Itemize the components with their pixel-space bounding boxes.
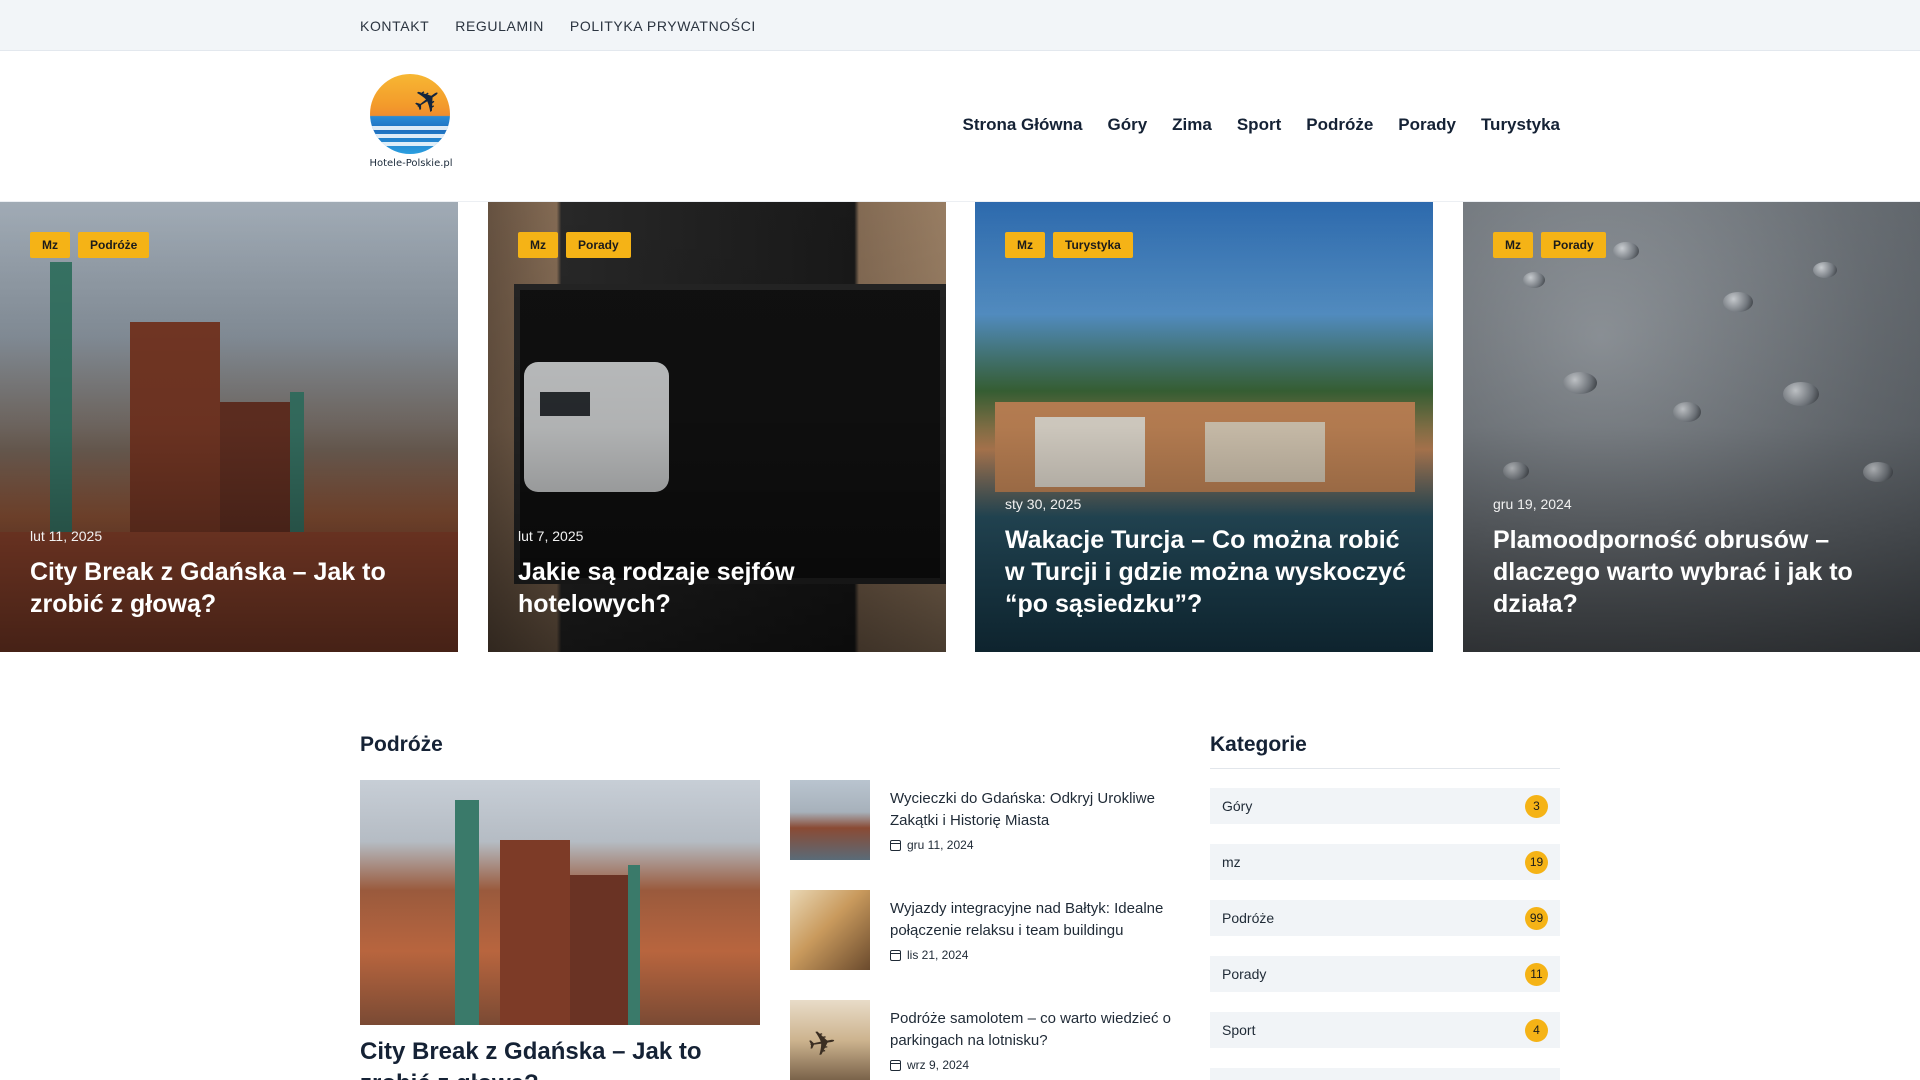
category-item[interactable]: Sport 4	[1210, 1012, 1560, 1048]
calendar-icon	[890, 949, 901, 961]
section-title: Podróże	[360, 733, 443, 756]
slide-card[interactable]: Mz Podróże lut 11, 2025 City Break z Gda…	[0, 202, 458, 652]
tag-author[interactable]: Mz	[518, 232, 558, 258]
nav-item-podroze[interactable]: Podróże	[1306, 115, 1373, 135]
nav-item-gory[interactable]: Góry	[1107, 115, 1147, 135]
post-thumbnail[interactable]: ✈	[790, 1000, 870, 1080]
category-item[interactable]: Porady 11	[1210, 956, 1560, 992]
post-thumbnail[interactable]	[790, 780, 870, 860]
list-item[interactable]: ✈ Podróże samolotem – co warto wiedzieć …	[790, 1000, 1190, 1080]
slide-date: sty 30, 2025	[1005, 496, 1082, 512]
slide-date: gru 19, 2024	[1493, 496, 1572, 512]
slide-tags: Mz Turystyka	[1005, 232, 1133, 258]
topbar-link-privacy[interactable]: POLITYKA PRYWATNOŚCI	[570, 18, 756, 34]
nav-item-sport[interactable]: Sport	[1237, 115, 1281, 135]
logo-wave	[370, 142, 450, 146]
slide-date: lut 7, 2025	[518, 528, 584, 544]
logo-text: Hotele-Polskie.pl	[369, 158, 453, 169]
logo-wave	[370, 126, 450, 130]
slide-title[interactable]: Jakie są rodzaje sejfów hotelowych?	[518, 556, 928, 620]
category-count-badge: 3	[1525, 794, 1548, 818]
featured-slider: Mz Podróże lut 11, 2025 City Break z Gda…	[0, 202, 1920, 652]
featured-post-title[interactable]: City Break z Gdańska – Jak to zrobić z g…	[360, 1036, 760, 1080]
slide-title[interactable]: Wakacje Turcja – Co można robić w Turcji…	[1005, 524, 1415, 620]
tag-category[interactable]: Porady	[1541, 232, 1606, 258]
category-item[interactable]: Góry 3	[1210, 788, 1560, 824]
categories-title: Kategorie	[1210, 733, 1307, 756]
logo-wave	[370, 134, 450, 138]
post-title[interactable]: Wyjazdy integracyjne nad Bałtyk: Idealne…	[890, 898, 1190, 942]
category-label: mz	[1222, 854, 1241, 870]
post-date: lis 21, 2024	[890, 948, 968, 962]
category-label: Porady	[1222, 966, 1267, 982]
slide-tags: Mz Porady	[518, 232, 631, 258]
tag-category[interactable]: Porady	[566, 232, 631, 258]
category-count-badge: 4	[1525, 1018, 1548, 1042]
post-date: wrz 9, 2024	[890, 1058, 969, 1072]
airplane-icon: ✈	[804, 1022, 840, 1066]
nav-item-home[interactable]: Strona Główna	[963, 115, 1083, 135]
tag-category[interactable]: Podróże	[78, 232, 150, 258]
slide-card[interactable]: Mz Porady gru 19, 2024 Plamoodporność ob…	[1463, 202, 1920, 652]
category-item[interactable]: Podróże 99	[1210, 900, 1560, 936]
category-label: Podróże	[1222, 910, 1275, 926]
category-label: Sport	[1222, 1022, 1256, 1038]
slide-date: lut 11, 2025	[30, 528, 103, 544]
list-item[interactable]: Wyjazdy integracyjne nad Bałtyk: Idealne…	[790, 890, 1190, 972]
category-count-badge: 11	[1525, 962, 1548, 986]
calendar-icon	[890, 1059, 901, 1071]
main-nav: Strona Główna Góry Zima Sport Podróże Po…	[963, 52, 1561, 198]
nav-item-zima[interactable]: Zima	[1172, 115, 1212, 135]
post-date-text: gru 11, 2024	[907, 838, 974, 852]
slide-title[interactable]: City Break z Gdańska – Jak to zrobić z g…	[30, 556, 440, 620]
calendar-icon	[890, 839, 901, 851]
tag-category[interactable]: Turystyka	[1053, 232, 1133, 258]
slide-card[interactable]: Mz Porady lut 7, 2025 Jakie są rodzaje s…	[488, 202, 946, 652]
featured-post-image[interactable]	[360, 780, 760, 1025]
post-date-text: wrz 9, 2024	[907, 1058, 970, 1072]
slide-tags: Mz Podróże	[30, 232, 150, 258]
nav-item-turystyka[interactable]: Turystyka	[1481, 115, 1560, 135]
category-item-partial[interactable]	[1210, 1068, 1560, 1080]
categories-header: Kategorie	[1210, 733, 1560, 769]
nav-item-porady[interactable]: Porady	[1398, 115, 1456, 135]
list-item[interactable]: Wycieczki do Gdańska: Odkryj Urokliwe Za…	[790, 780, 1190, 862]
tag-author[interactable]: Mz	[1005, 232, 1045, 258]
tag-author[interactable]: Mz	[1493, 232, 1533, 258]
site-logo[interactable]: ✈ Hotele-Polskie.pl	[366, 74, 456, 174]
tag-author[interactable]: Mz	[30, 232, 70, 258]
post-title[interactable]: Podróże samolotem – co warto wiedzieć o …	[890, 1008, 1190, 1052]
topbar-link-regulamin[interactable]: REGULAMIN	[455, 18, 544, 34]
category-label: Góry	[1222, 798, 1253, 814]
slide-title[interactable]: Plamoodporność obrusów – dlaczego warto …	[1493, 524, 1903, 620]
top-links: KONTAKT REGULAMIN POLITYKA PRYWATNOŚCI	[360, 0, 756, 51]
slide-card[interactable]: Mz Turystyka sty 30, 2025 Wakacje Turcja…	[975, 202, 1433, 652]
slide-tags: Mz Porady	[1493, 232, 1606, 258]
post-date-text: lis 21, 2024	[907, 948, 969, 962]
topbar-link-kontakt[interactable]: KONTAKT	[360, 18, 429, 34]
post-date: gru 11, 2024	[890, 838, 974, 852]
category-count-badge: 19	[1525, 850, 1548, 874]
site-header: ✈ Hotele-Polskie.pl Strona Główna Góry Z…	[0, 52, 1920, 202]
category-count-badge: 99	[1525, 906, 1548, 930]
category-item[interactable]: mz 19	[1210, 844, 1560, 880]
top-bar: KONTAKT REGULAMIN POLITYKA PRYWATNOŚCI	[0, 0, 1920, 51]
post-thumbnail[interactable]	[790, 890, 870, 970]
post-title[interactable]: Wycieczki do Gdańska: Odkryj Urokliwe Za…	[890, 788, 1190, 832]
